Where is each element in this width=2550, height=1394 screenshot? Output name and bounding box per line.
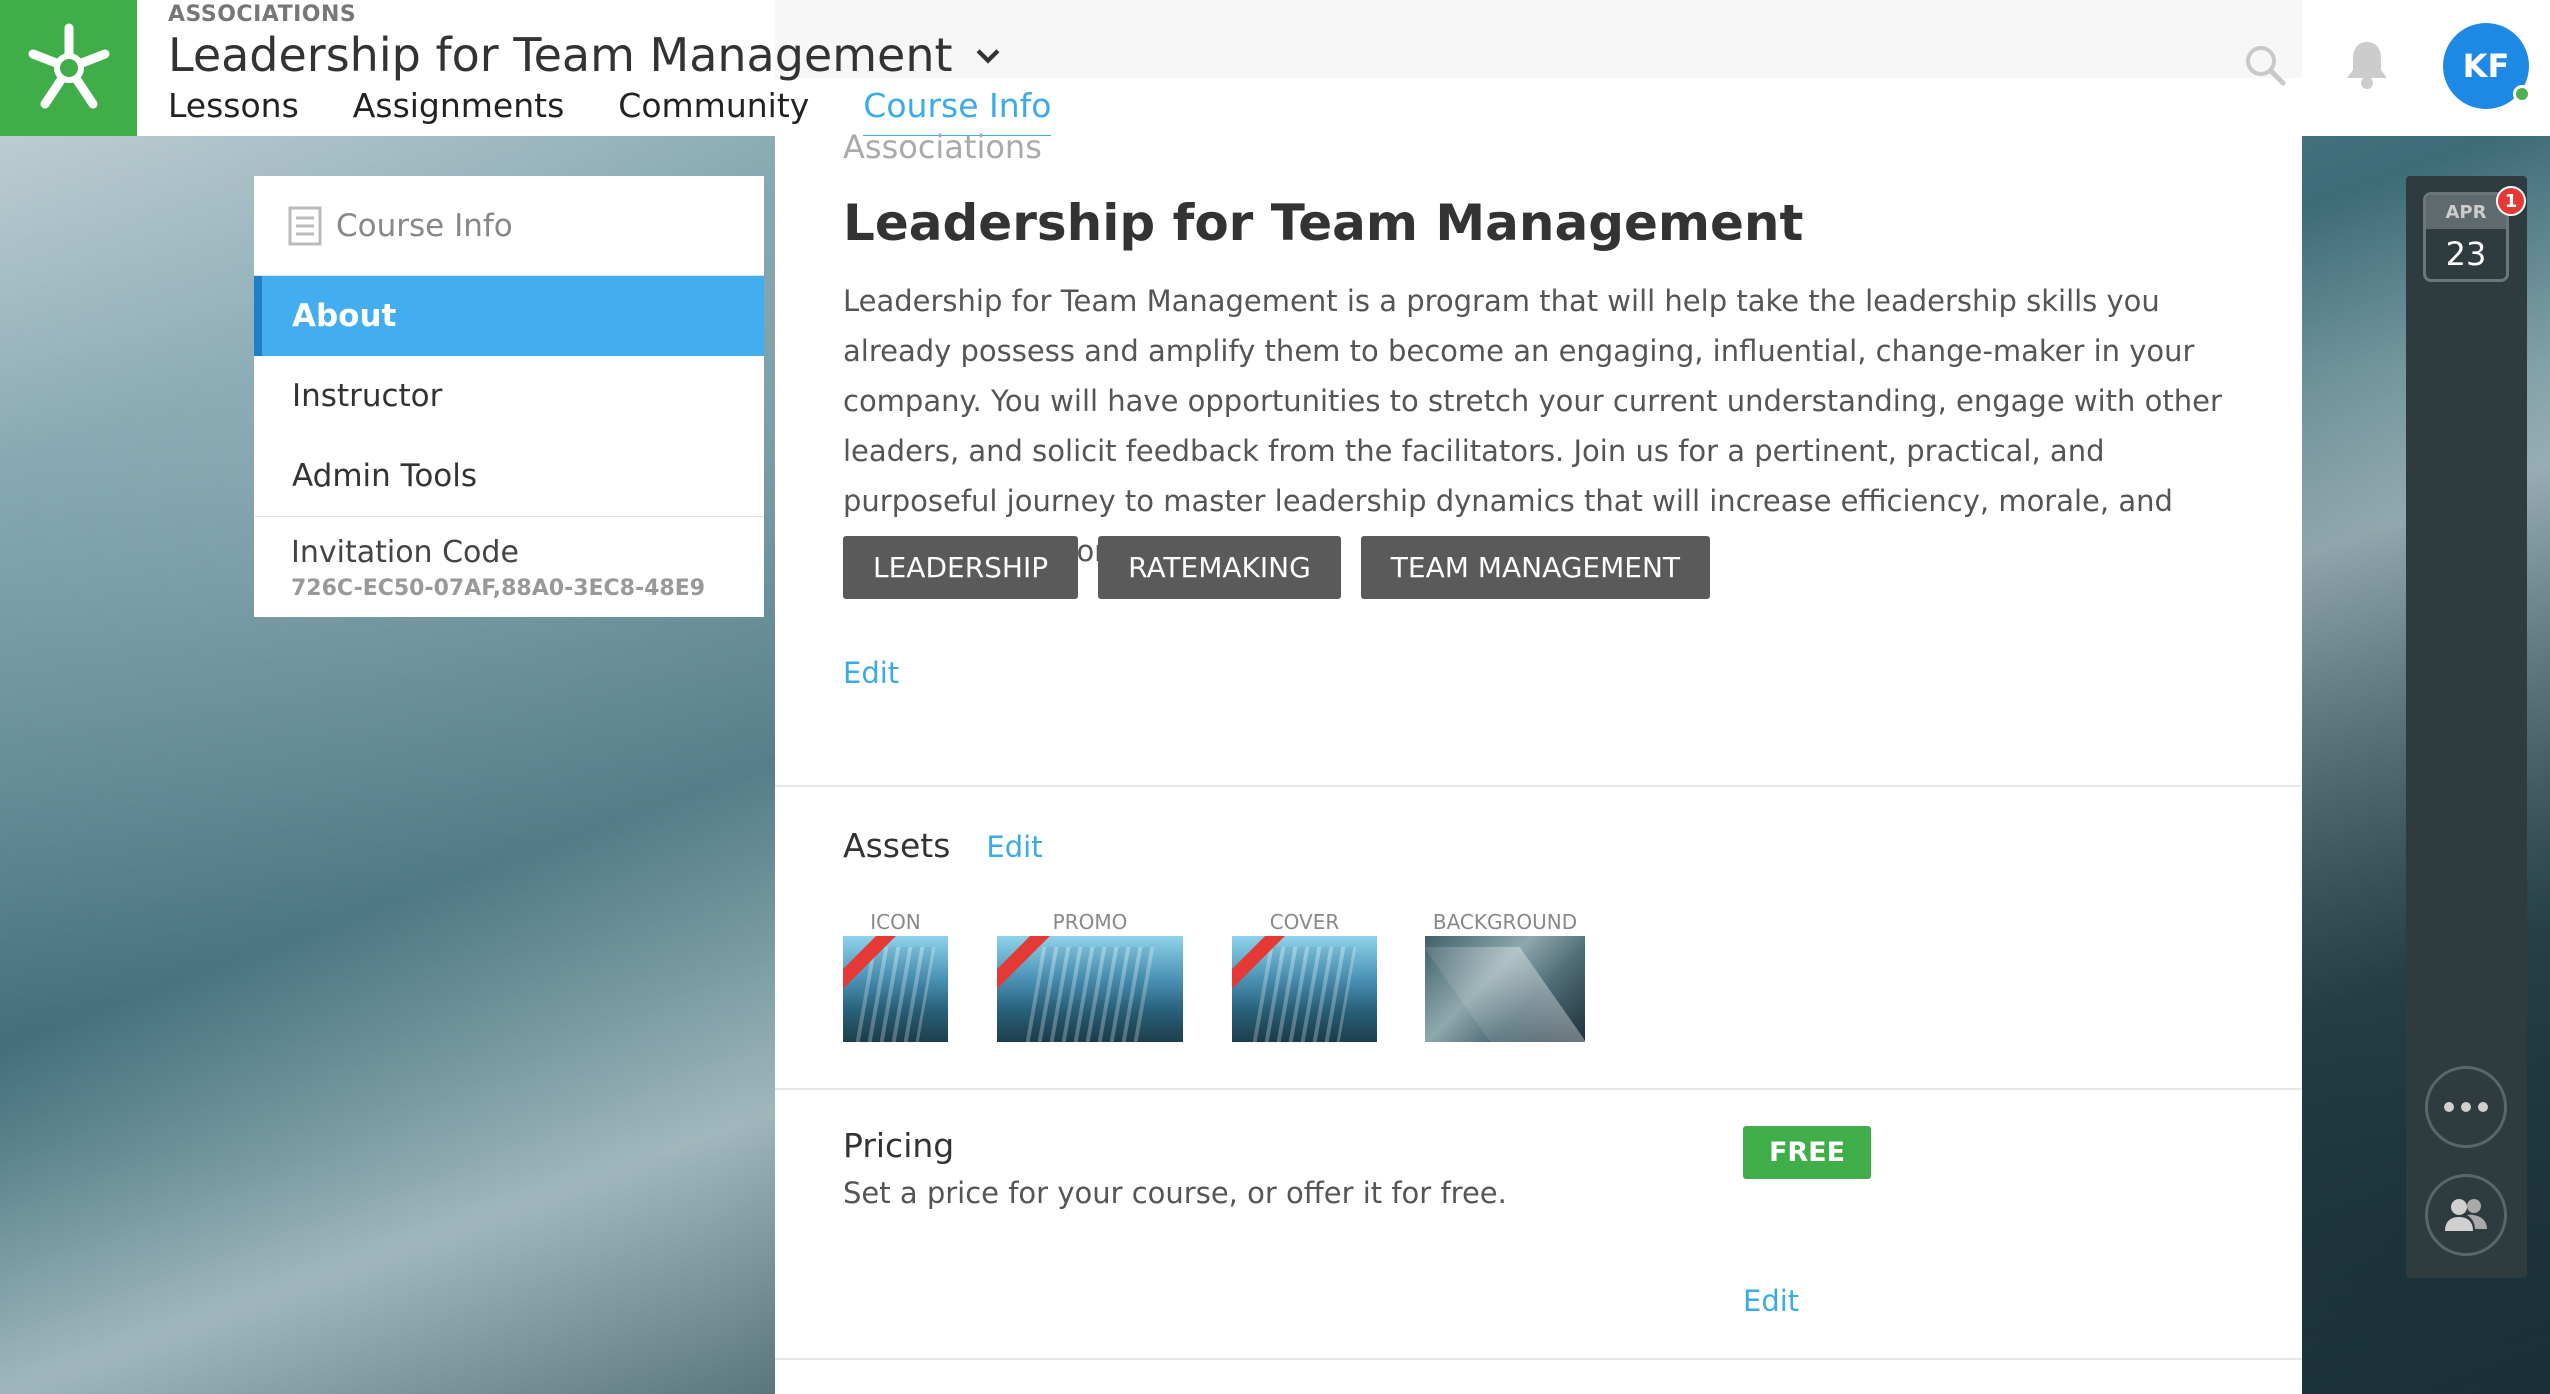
tag-list: LEADERSHIP RATEMAKING TEAM MANAGEMENT <box>843 536 1711 599</box>
asset-promo[interactable]: PROMO <box>997 910 1183 1042</box>
course-title-dropdown[interactable]: Leadership for Team Management <box>168 28 1005 82</box>
sidebar-item-admin-tools[interactable]: Admin Tools <box>254 436 764 516</box>
about-title: Leadership for Team Management <box>843 194 1804 252</box>
online-status-dot <box>2513 85 2531 103</box>
tab-course-info[interactable]: Course Info <box>863 86 1052 139</box>
section-divider <box>775 1088 2302 1090</box>
tab-community[interactable]: Community <box>618 86 809 131</box>
search-icon <box>2246 46 2286 86</box>
more-options-button[interactable] <box>2425 1066 2507 1148</box>
tag-team-management[interactable]: TEAM MANAGEMENT <box>1360 536 1711 599</box>
document-icon <box>288 206 322 245</box>
calendar-day: 23 <box>2445 235 2487 273</box>
calendar-month: APR <box>2426 195 2506 229</box>
tab-assignments[interactable]: Assignments <box>353 86 565 131</box>
tag-leadership[interactable]: LEADERSHIP <box>843 536 1079 599</box>
assets-edit-link[interactable]: Edit <box>986 830 1042 864</box>
tag-ratemaking[interactable]: RATEMAKING <box>1098 536 1341 599</box>
people-button[interactable] <box>2425 1174 2507 1256</box>
logo[interactable] <box>0 0 137 136</box>
chevron-down-icon <box>976 49 999 64</box>
breadcrumb[interactable]: ASSOCIATIONS <box>168 2 356 27</box>
asset-thumbnail <box>1232 936 1377 1042</box>
sidebar-item-instructor[interactable]: Instructor <box>254 356 764 436</box>
invitation-code-block: Invitation Code 726C-EC50-07AF,88A0-3EC8… <box>254 517 764 601</box>
ribbon-icon <box>1232 936 1288 991</box>
ribbon-icon <box>997 936 1053 991</box>
section-heading-associations: Associations <box>843 128 1042 166</box>
asset-background[interactable]: BACKGROUND <box>1425 910 1585 1042</box>
more-dots-icon <box>2444 1102 2488 1112</box>
assets-header: Assets Edit <box>843 826 1043 865</box>
course-info-sidebar: Course Info About Instructor Admin Tools… <box>254 176 764 617</box>
invitation-code-value[interactable]: 726C-EC50-07AF,88A0-3EC8-48E9 <box>291 576 764 601</box>
avatar-initials: KF <box>2462 47 2510 85</box>
avatar[interactable]: KF <box>2443 23 2531 109</box>
pricing-subtitle: Set a price for your course, or offer it… <box>843 1176 1507 1210</box>
about-edit-link[interactable]: Edit <box>843 656 899 690</box>
section-divider <box>775 785 2302 787</box>
asset-icon[interactable]: ICON <box>843 910 948 1042</box>
asset-caption: BACKGROUND <box>1432 910 1578 934</box>
search-button[interactable] <box>2244 44 2286 86</box>
notifications-button[interactable] <box>2343 38 2391 90</box>
pricing-edit-link[interactable]: Edit <box>1743 1284 1799 1318</box>
asset-thumbnail <box>997 936 1183 1042</box>
bell-icon <box>2347 42 2387 89</box>
sidebar-item-about[interactable]: About <box>254 276 764 356</box>
asset-thumbnail <box>843 936 948 1042</box>
free-badge: FREE <box>1743 1126 1871 1179</box>
main-panel: Associations Leadership for Team Managem… <box>775 128 2302 1394</box>
asset-caption: COVER <box>1269 910 1340 934</box>
assets-title: Assets <box>843 826 951 865</box>
pricing-title: Pricing <box>843 1126 955 1165</box>
right-rail: APR 23 1 <box>2406 176 2527 1278</box>
section-divider <box>775 1358 2302 1360</box>
course-title: Leadership for Team Management <box>168 28 953 82</box>
invitation-code-label: Invitation Code <box>291 535 519 570</box>
course-nav: Lessons Assignments Community Course Inf… <box>168 86 1052 139</box>
asset-thumbnail <box>1425 936 1585 1042</box>
tab-lessons[interactable]: Lessons <box>168 86 299 131</box>
calendar-badge: 1 <box>2496 186 2526 216</box>
ribbon-icon <box>843 936 899 991</box>
asset-caption: PROMO <box>1052 910 1128 934</box>
about-description: Leadership for Team Management is a prog… <box>843 284 2222 568</box>
sidebar-heading: Course Info <box>254 176 764 276</box>
sidebar-heading-label: Course Info <box>336 207 513 244</box>
asset-caption: ICON <box>870 910 921 934</box>
logo-star-icon <box>28 23 109 109</box>
people-icon <box>2445 1199 2487 1231</box>
top-bar: ASSOCIATIONS Leadership for Team Managem… <box>0 0 2550 139</box>
asset-cover[interactable]: COVER <box>1232 910 1377 1042</box>
